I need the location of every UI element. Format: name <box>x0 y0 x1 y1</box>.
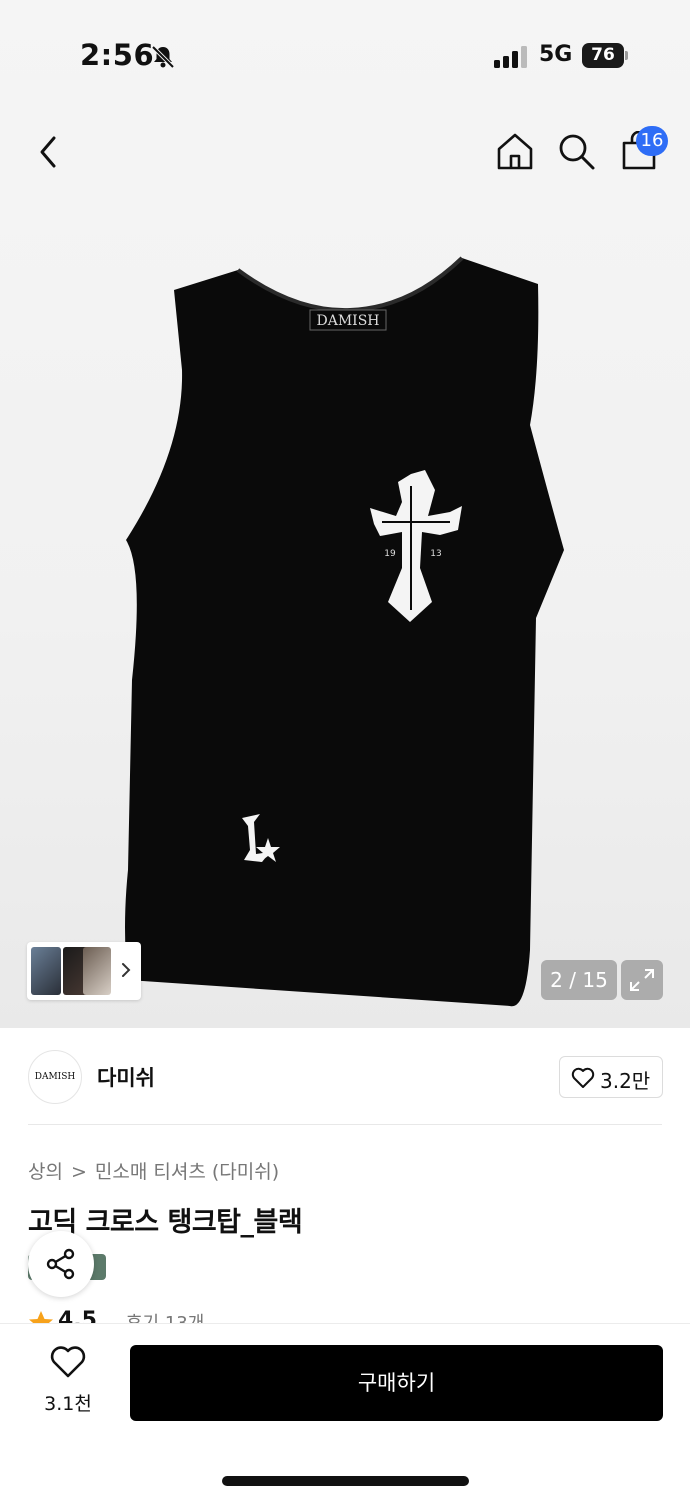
brand-name[interactable]: 다미쉬 <box>97 1062 155 1092</box>
network-type: 5G <box>539 42 573 67</box>
share-button[interactable] <box>28 1231 94 1297</box>
signal-icon <box>494 46 527 68</box>
breadcrumb-item-category[interactable]: 상의 <box>28 1157 63 1184</box>
battery-level: 76 <box>582 43 624 68</box>
bell-muted-icon <box>151 45 175 69</box>
chevron-left-icon[interactable] <box>30 130 70 174</box>
breadcrumb-item-subcategory[interactable]: 민소매 티셔츠 (다미쉬) <box>95 1157 279 1184</box>
battery-icon: 76 <box>582 43 628 68</box>
brand-like-button[interactable]: 3.2만 <box>559 1056 663 1098</box>
expand-button[interactable] <box>621 960 663 1000</box>
brand-logo[interactable]: DAMISH <box>28 1050 82 1104</box>
wishlist-count: 3.1천 <box>44 1393 92 1415</box>
chevron-right-icon: > <box>70 1161 87 1183</box>
image-counter: 2 / 15 <box>541 960 617 1000</box>
print-number-right: 13 <box>430 549 441 559</box>
search-icon[interactable] <box>556 131 596 171</box>
heart-icon <box>571 1067 595 1088</box>
thumbnail-3[interactable] <box>83 947 111 995</box>
divider <box>28 1124 662 1125</box>
thumbnail-1[interactable] <box>31 947 61 995</box>
share-icon <box>46 1248 75 1280</box>
wishlist-button[interactable]: 3.1천 <box>28 1345 108 1420</box>
home-indicator <box>222 1476 469 1486</box>
breadcrumb: 상의 > 민소매 티셔츠 (다미쉬) <box>28 1157 279 1184</box>
chevron-right-icon[interactable] <box>119 960 133 980</box>
home-icon[interactable] <box>495 131 535 171</box>
buy-button[interactable]: 구매하기 <box>130 1345 663 1421</box>
product-image-gallery[interactable]: 2:56 5G 76 16 DAMISH 19 13 2 / 15 <box>0 0 690 1028</box>
product-photo-tank-top: DAMISH 19 13 <box>125 256 564 1007</box>
expand-icon <box>630 969 654 991</box>
thumbnail-strip[interactable] <box>27 942 141 1000</box>
status-bar: 2:56 5G 76 <box>0 0 690 110</box>
neck-label: DAMISH <box>317 313 380 329</box>
cart-count-badge: 16 <box>636 126 668 156</box>
battery-tip <box>625 51 628 60</box>
heart-icon <box>50 1346 86 1378</box>
brand-like-count: 3.2만 <box>600 1069 651 1093</box>
print-number-left: 19 <box>384 549 396 559</box>
status-time: 2:56 <box>80 38 155 72</box>
